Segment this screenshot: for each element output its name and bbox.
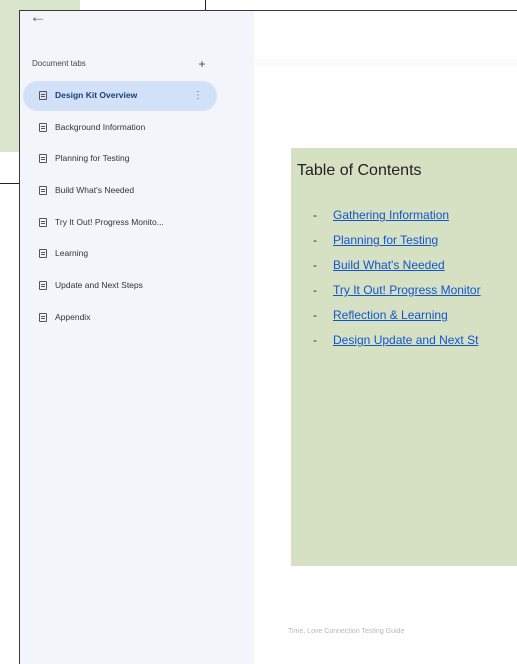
tabs-header: Document tabs + xyxy=(32,56,212,72)
back-button[interactable]: ← xyxy=(28,10,48,27)
toc-item: - Design Update and Next St xyxy=(313,333,479,347)
document-icon xyxy=(39,91,47,100)
tab-label: Design Kit Overview xyxy=(55,90,138,100)
toc-item: - Try It Out! Progress Monitor xyxy=(313,283,481,297)
document-icon xyxy=(39,154,47,163)
tab-update-and-next-steps[interactable]: Update and Next Steps xyxy=(23,271,217,301)
document-icon xyxy=(39,186,47,195)
document-page[interactable]: Table of Contents - Gathering Information… xyxy=(254,66,517,664)
document-icon xyxy=(39,218,47,227)
tab-appendix[interactable]: Appendix xyxy=(23,303,217,333)
tab-label: Planning for Testing xyxy=(55,153,130,163)
docs-window: ← Document tabs + Design Kit Overview ⋮ … xyxy=(19,10,517,664)
tab-label: Update and Next Steps xyxy=(55,280,143,290)
tab-design-kit-overview[interactable]: Design Kit Overview ⋮ xyxy=(23,81,217,111)
background-divider-line xyxy=(0,183,20,184)
toc-link-reflection-learning[interactable]: Reflection & Learning xyxy=(333,308,448,322)
tab-learning[interactable]: Learning xyxy=(23,239,217,269)
toc-item: - Planning for Testing xyxy=(313,233,439,247)
page-footer: Time, Love Connection Testing Guide xyxy=(288,628,405,635)
toc-link-planning-for-testing[interactable]: Planning for Testing xyxy=(333,233,438,247)
toc-link-build-whats-needed[interactable]: Build What's Needed xyxy=(333,258,445,272)
document-icon xyxy=(39,249,47,258)
toc-link-design-update[interactable]: Design Update and Next St xyxy=(333,333,478,347)
tab-label: Appendix xyxy=(55,312,91,322)
tab-label: Learning xyxy=(55,248,89,258)
toc-list: - Gathering Information - Planning for Tes… xyxy=(313,208,481,358)
toolbar-strip xyxy=(254,11,517,59)
tab-build-whats-needed[interactable]: Build What's Needed xyxy=(23,176,217,206)
document-tabs-sidebar: ← Document tabs + Design Kit Overview ⋮ … xyxy=(20,11,254,664)
toc-link-gathering-information[interactable]: Gathering Information xyxy=(333,208,449,222)
tab-planning-for-testing[interactable]: Planning for Testing xyxy=(23,144,217,174)
tabs-header-title: Document tabs xyxy=(32,59,86,68)
document-icon xyxy=(39,123,47,132)
toc-item: - Reflection & Learning xyxy=(313,308,448,322)
toc-link-try-it-out[interactable]: Try It Out! Progress Monitor xyxy=(333,283,481,297)
document-icon xyxy=(39,313,47,322)
background-divider-line xyxy=(205,0,206,10)
more-options-icon[interactable]: ⋮ xyxy=(193,87,203,105)
document-area: Table of Contents - Gathering Information… xyxy=(254,11,517,664)
tab-label: Build What's Needed xyxy=(55,185,135,195)
add-tab-button[interactable]: + xyxy=(194,56,210,72)
toc-item: - Gathering Information xyxy=(313,208,450,222)
tab-label: Try It Out! Progress Monito... xyxy=(55,217,164,227)
arrow-back-icon: ← xyxy=(29,10,47,26)
document-icon xyxy=(39,281,47,290)
tab-try-it-out[interactable]: Try It Out! Progress Monito... xyxy=(23,208,217,238)
tab-label: Background Information xyxy=(55,122,146,132)
toc-title: Table of Contents xyxy=(297,162,422,179)
toc-item: - Build What's Needed xyxy=(313,258,445,272)
table-of-contents: Table of Contents - Gathering Information… xyxy=(291,148,517,566)
tab-background-information[interactable]: Background Information xyxy=(23,113,217,143)
